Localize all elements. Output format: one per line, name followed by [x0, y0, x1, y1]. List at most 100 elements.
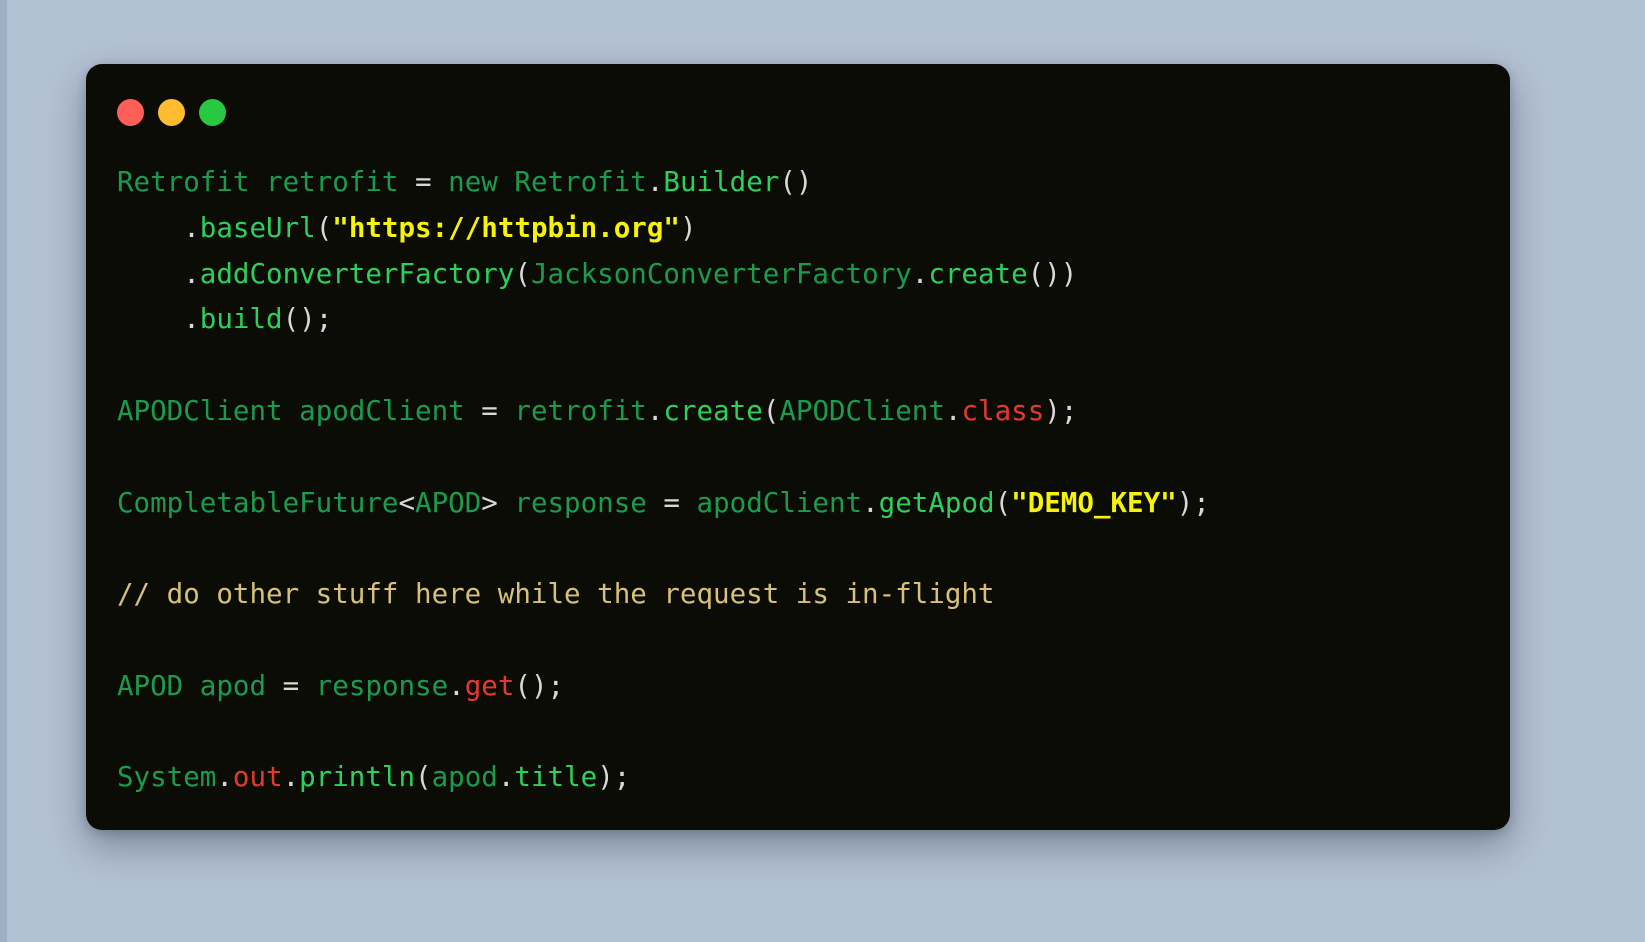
code-token-method: addConverterFactory [199, 257, 515, 290]
code-token-punc: . [497, 761, 515, 794]
wallpaper-edge-strip [0, 0, 7, 942]
code-token-key: get [464, 669, 515, 702]
code-token-type: APODClient [117, 394, 283, 427]
code-token-type: APOD [117, 669, 184, 702]
code-token-type: APODClient [779, 394, 945, 427]
code-token-ident: apodClient [696, 486, 863, 519]
code-token-ident: response [514, 486, 647, 519]
code-token-type: System [117, 761, 217, 794]
code-token-type: CompletableFuture [117, 486, 399, 519]
code-token-punc: . [183, 257, 200, 290]
screenshot-stage: Retrofit retrofit = new Retrofit.Builder… [0, 0, 1645, 942]
code-token-punc: ()) [1027, 257, 1078, 290]
code-token-punc: = [282, 669, 300, 702]
code-token-punc: ( [315, 211, 333, 244]
code-token-punc: = [481, 394, 498, 427]
code-token-punc: = [415, 166, 432, 198]
code-token-punc: ); [1176, 486, 1210, 519]
code-token-ident: retrofit [514, 394, 647, 427]
code-line: APOD apod = response.get(); [117, 664, 1479, 710]
code-line: // do other stuff here while the request… [117, 572, 1479, 618]
minimize-button[interactable] [158, 98, 185, 126]
code-token-type: JacksonConverterFactory [530, 257, 912, 290]
code-line: Retrofit retrofit = new Retrofit.Builder… [117, 160, 1479, 206]
code-token-key: class [961, 394, 1045, 427]
code-token-key: out [232, 761, 283, 794]
code-line: .addConverterFactory(JacksonConverterFac… [117, 252, 1479, 298]
code-token-punc: . [944, 394, 962, 427]
code-window: Retrofit retrofit = new Retrofit.Builder… [86, 64, 1510, 830]
code-token-punc: (); [514, 669, 565, 702]
code-token-method: title [514, 761, 598, 794]
code-token-punc: () [779, 166, 813, 198]
code-token-ident: apod [199, 669, 267, 702]
code-token-punc: ( [514, 257, 531, 290]
code-token-str: "https://httpbin.org" [332, 211, 680, 244]
code-line: CompletableFuture<APOD> response = apodC… [117, 481, 1479, 527]
code-token-punc: ); [1044, 394, 1078, 427]
code-line: .baseUrl("https://httpbin.org") [117, 206, 1479, 252]
code-token-punc: ( [994, 486, 1012, 519]
code-token-method: create [663, 394, 763, 427]
code-token-method: Builder [663, 166, 780, 198]
code-line: APODClient apodClient = retrofit.create(… [117, 389, 1479, 435]
code-token-punc: . [911, 257, 929, 290]
code-editor-content[interactable]: Retrofit retrofit = new Retrofit.Builder… [86, 160, 1510, 801]
code-token-punc: . [448, 669, 465, 702]
code-token-punc: ( [415, 761, 432, 794]
code-token-ident: apodClient [299, 394, 465, 427]
code-token-ident: apod [431, 761, 498, 794]
window-titlebar [86, 64, 1510, 160]
code-token-punc: . [646, 166, 664, 198]
close-button[interactable] [117, 98, 144, 126]
code-token-type: APOD [415, 486, 482, 519]
maximize-button[interactable] [199, 98, 226, 126]
code-token-punc: . [216, 761, 233, 794]
code-token-punc: ) [679, 211, 697, 244]
code-token-ident: retrofit [266, 166, 399, 198]
code-token-punc: . [646, 394, 664, 427]
code-token-method: build [199, 303, 283, 336]
code-token-ident: response [315, 669, 449, 702]
code-token-cmt: // do other stuff here while the request… [117, 578, 995, 611]
code-token-method: println [299, 761, 416, 794]
code-line: System.out.println(apod.title); [117, 755, 1479, 801]
code-token-str: "DEMO_KEY" [1011, 486, 1177, 519]
code-token-type: new [448, 166, 498, 198]
code-token-punc: ( [762, 394, 780, 427]
code-token-method: create [928, 257, 1028, 290]
code-token-punc: = [663, 486, 680, 519]
code-token-type: Retrofit [117, 166, 250, 198]
code-token-punc: (); [282, 303, 333, 336]
code-token-punc: . [183, 211, 200, 244]
code-token-punc: < [398, 486, 416, 519]
code-line: .build(); [117, 297, 1479, 343]
code-token-punc: . [862, 486, 879, 519]
code-token-punc: . [183, 303, 200, 336]
code-token-type: Retrofit [514, 166, 647, 198]
code-token-punc: ); [597, 761, 631, 794]
code-token-punc: > [481, 486, 498, 519]
code-token-method: baseUrl [199, 211, 316, 244]
